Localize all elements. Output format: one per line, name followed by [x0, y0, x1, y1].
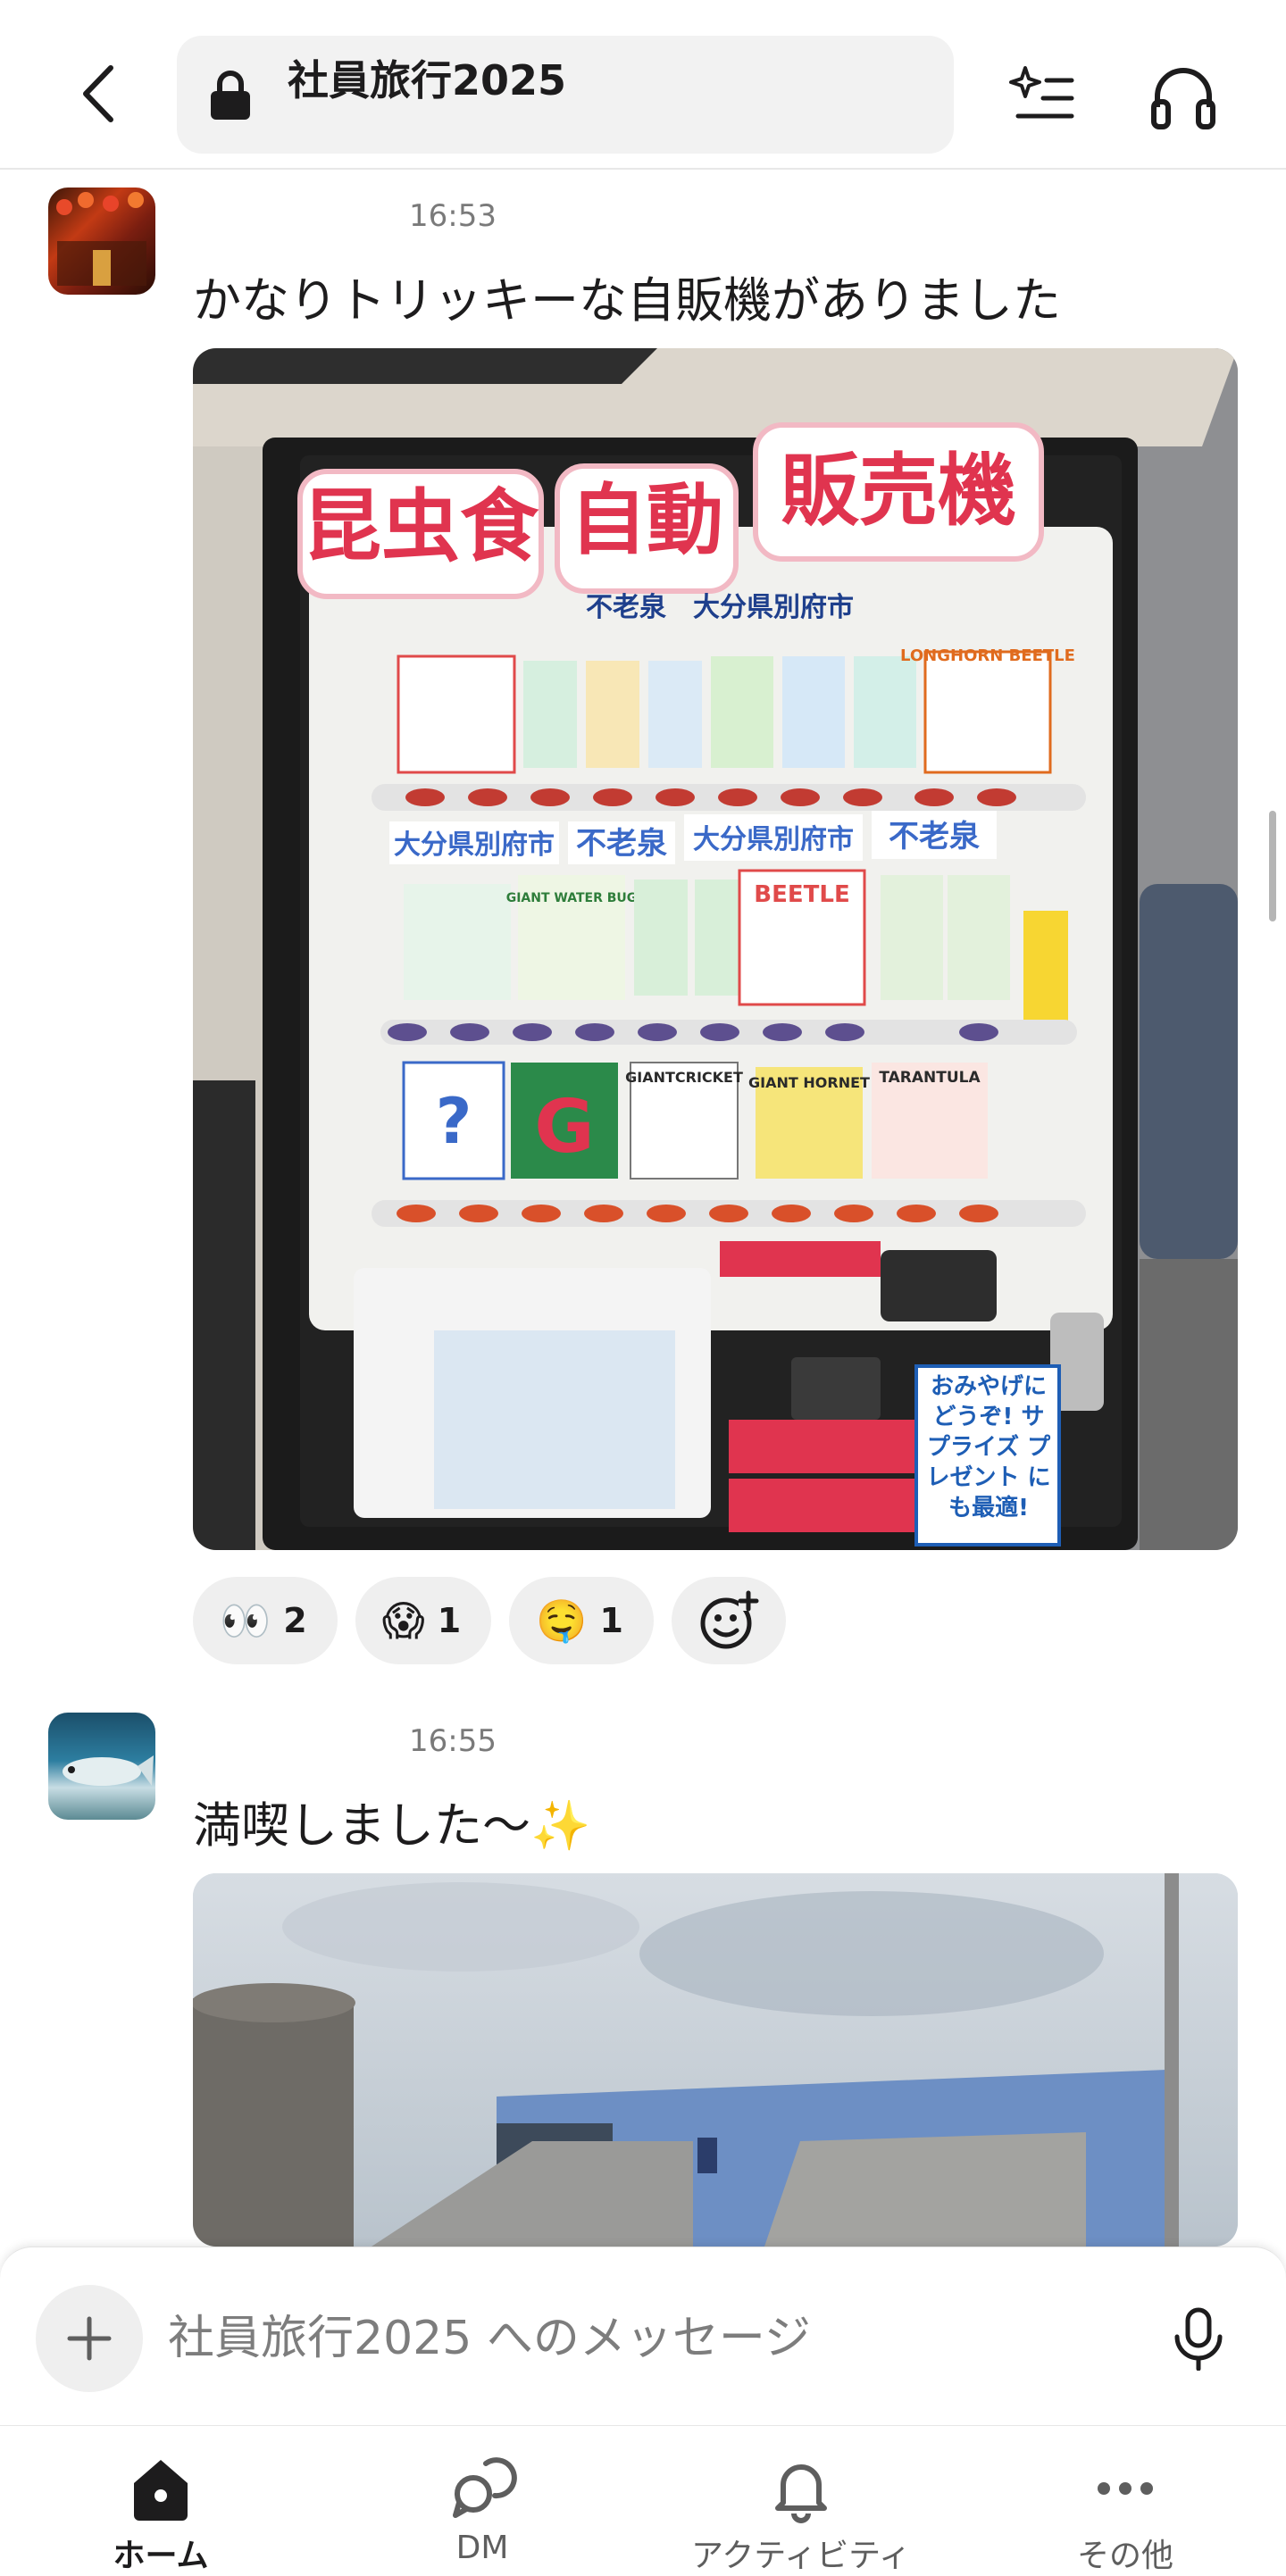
reaction-count: 1: [437, 1601, 462, 1640]
message-timestamp[interactable]: 16:53: [409, 198, 497, 234]
nav-dm[interactable]: DM: [348, 2426, 616, 2572]
bell-icon: [775, 2464, 827, 2523]
strip-label-3: 大分県別府市: [693, 824, 854, 855]
huddle-button[interactable]: [1148, 63, 1218, 132]
eyes-emoji-icon: 👀: [220, 1596, 271, 1645]
message-composer: [0, 2247, 1286, 2426]
nav-more[interactable]: その他: [991, 2426, 1259, 2574]
sign-vending: 販売機: [781, 445, 1016, 537]
strip-label-2: 不老泉: [576, 826, 667, 862]
reaction-count: 2: [283, 1601, 307, 1640]
avatar[interactable]: [48, 1713, 155, 1820]
svg-text:?: ?: [436, 1085, 472, 1158]
nav-more-label: その他: [1076, 2538, 1173, 2574]
message-input[interactable]: [168, 2301, 1150, 2376]
voice-button[interactable]: [1170, 2306, 1227, 2372]
back-chevron-icon: [83, 65, 113, 122]
sign-auto: 自動: [570, 476, 723, 565]
add-reaction-button[interactable]: [671, 1577, 786, 1664]
summary-button[interactable]: [1007, 63, 1075, 130]
nav-home-label: ホーム: [113, 2538, 209, 2574]
scream-emoji-icon: 😱: [381, 1596, 425, 1645]
lock-icon: [211, 71, 250, 120]
message-text: かなりトリッキーな自販機がありました: [193, 272, 1061, 329]
microphone-icon: [1174, 2307, 1223, 2372]
vending-machine-photo[interactable]: 昆虫食 自動 販売機 不老泉 大分県別府市 LONGHORN BEETLE 大分…: [193, 348, 1238, 1550]
svg-text:G: G: [534, 1085, 594, 1170]
channel-title-button[interactable]: 社員旅行2025: [177, 36, 954, 154]
scrollbar-thumb[interactable]: [1269, 811, 1276, 921]
summary-sparkle-icon: [1009, 66, 1074, 119]
add-emoji-icon: [700, 1590, 759, 1649]
home-icon: [134, 2460, 188, 2521]
strip-label-1: 大分県別府市: [394, 829, 555, 861]
dm-bubbles-icon: [453, 2457, 517, 2518]
avatar[interactable]: [48, 188, 155, 295]
product-beetle: BEETLE: [754, 881, 849, 908]
nav-home[interactable]: ホーム: [27, 2426, 295, 2574]
souvenir-note: おみやげに どうぞ! サプライズ プレゼント にも最適!: [926, 1373, 1051, 1521]
product-tarantula: TARANTULA: [879, 1069, 981, 1087]
reaction-count: 1: [599, 1601, 623, 1640]
bottom-navigation: ホーム DM アクティビティ その他: [0, 2425, 1286, 2574]
nav-activity-label: アクティビティ: [691, 2538, 911, 2574]
avatar-image: [63, 1755, 154, 1786]
channel-header: 社員旅行2025: [0, 0, 1286, 170]
message-text: 満喫しました〜✨: [193, 1797, 591, 1854]
plus-icon: [67, 2316, 112, 2361]
product-waterbug: GIANT WATER BUG: [506, 891, 638, 905]
product-giantcricket: GIANTCRICKET: [625, 1069, 743, 1086]
nav-dm-label: DM: [455, 2530, 509, 2566]
reaction-eyes[interactable]: 👀 2: [193, 1577, 338, 1664]
headphones-icon: [1151, 68, 1215, 129]
reaction-scream[interactable]: 😱 1: [355, 1577, 492, 1664]
back-button[interactable]: [63, 54, 134, 134]
sign-insect-food: 昆虫食: [303, 480, 539, 572]
channel-title: 社員旅行2025: [288, 56, 567, 104]
more-dots-icon: [1098, 2482, 1153, 2495]
nav-activity[interactable]: アクティビティ: [667, 2426, 935, 2574]
message-timestamp[interactable]: 16:55: [409, 1723, 497, 1759]
product-hornet: GIANT HORNET: [748, 1074, 870, 1091]
location-label: 不老泉 大分県別府市: [586, 592, 854, 623]
building-photo[interactable]: [193, 1873, 1238, 2247]
attach-button[interactable]: [36, 2285, 143, 2392]
reaction-drool[interactable]: 🤤 1: [509, 1577, 654, 1664]
product-longhorn: LONGHORN BEETLE: [900, 646, 1075, 665]
avatar-image: [56, 192, 146, 286]
strip-label-4: 不老泉: [889, 819, 980, 854]
drool-emoji-icon: 🤤: [536, 1596, 588, 1645]
reaction-bar: 👀 2 😱 1 🤤 1: [193, 1577, 786, 1664]
